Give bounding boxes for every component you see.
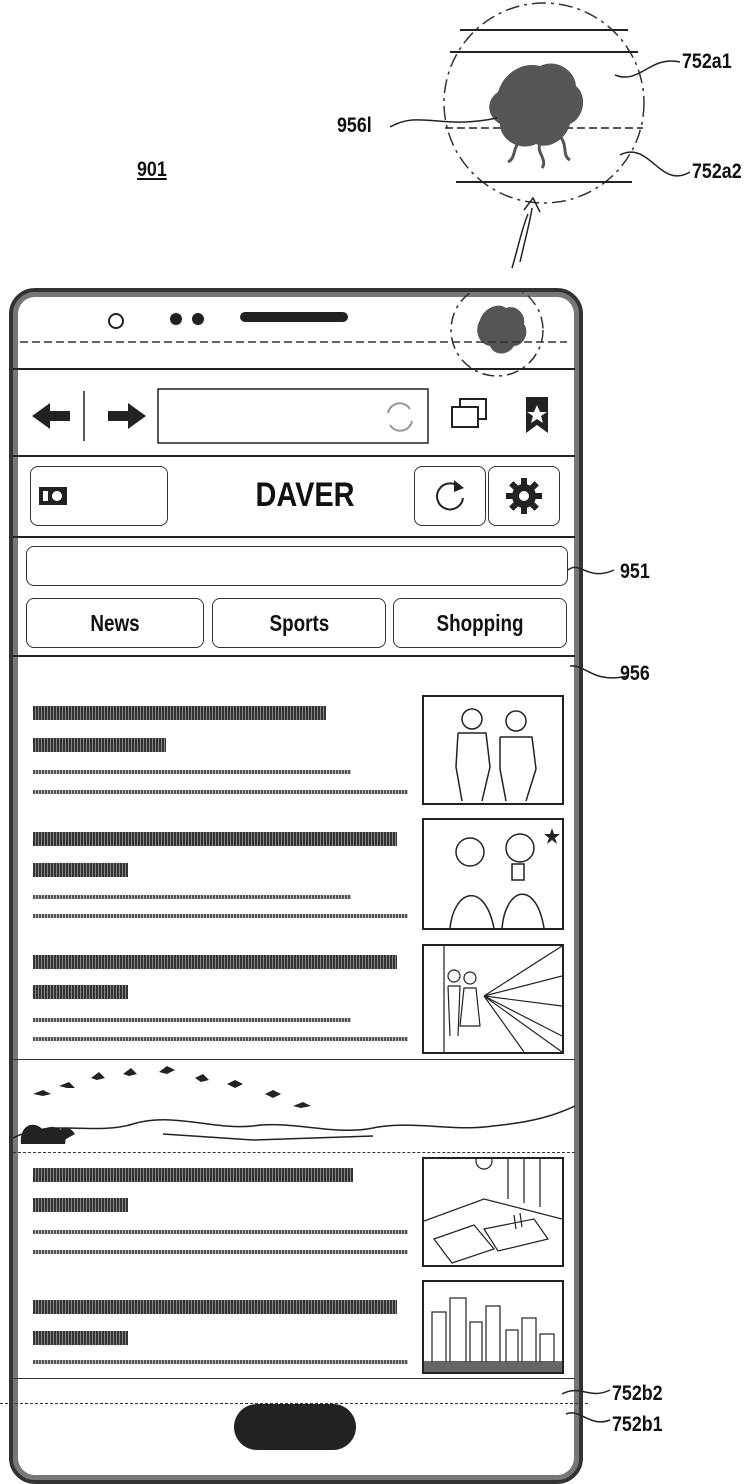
settings-button[interactable] — [488, 466, 560, 526]
top-bezel — [20, 288, 567, 377]
summary-line — [33, 1018, 351, 1022]
page-title: DAVER — [255, 476, 355, 514]
headline-bar — [33, 863, 128, 877]
bookmark-icon — [526, 397, 548, 433]
summary-line — [33, 1230, 408, 1234]
front-camera-icon — [108, 313, 124, 329]
camera-button[interactable] — [30, 466, 168, 526]
refresh-icon — [436, 480, 464, 511]
tab-news[interactable]: News — [26, 598, 204, 648]
toolbar-divider — [13, 455, 575, 457]
tab-sports[interactable]: Sports — [212, 598, 386, 648]
back-arrow-icon — [32, 403, 70, 429]
banner-image — [13, 1066, 575, 1144]
headline-bar — [33, 1198, 128, 1212]
headline-bar — [33, 1331, 128, 1345]
refresh-button[interactable] — [414, 466, 486, 526]
thumbnail-image — [422, 944, 564, 1054]
forward-arrow-icon — [108, 403, 146, 429]
sensor-dot-icon — [170, 313, 182, 325]
browser-toolbar — [32, 388, 548, 444]
label-752b2: 752b2 — [612, 1382, 663, 1405]
label-752a1: 752a1 — [682, 50, 732, 73]
leader-951 — [567, 566, 615, 575]
headline-bar — [33, 955, 397, 969]
headline-bar — [33, 706, 326, 720]
zoom-callout — [389, 2, 691, 269]
sensor-blob-small — [477, 305, 527, 354]
bottom-leaders — [561, 1389, 611, 1423]
summary-line — [33, 1037, 408, 1041]
summary-line — [33, 895, 351, 899]
headline-bar — [33, 832, 397, 846]
content-bottom-divider — [13, 1378, 575, 1379]
thumbnail-image — [422, 695, 564, 805]
gear-icon — [506, 478, 542, 514]
label-752a2: 752a2 — [692, 160, 742, 183]
tab-shopping[interactable]: Shopping — [393, 598, 567, 648]
windows-icon — [451, 398, 487, 428]
summary-line — [33, 1250, 408, 1254]
header-divider — [13, 536, 575, 538]
status-divider — [13, 368, 575, 370]
speaker-icon — [240, 312, 348, 322]
summary-line — [33, 914, 408, 918]
headline-bar — [33, 1300, 397, 1314]
thumbnail-image — [422, 1280, 564, 1374]
sensor-dot-icon — [192, 313, 204, 325]
tabs-divider — [13, 655, 575, 657]
address-bar — [157, 388, 429, 444]
label-752b1: 752b1 — [612, 1413, 663, 1436]
search-input[interactable] — [26, 546, 568, 586]
headline-bar — [33, 1168, 353, 1182]
thumbnail-image — [422, 1157, 564, 1267]
home-button[interactable] — [234, 1404, 356, 1450]
headline-bar — [33, 985, 128, 999]
banner-bottom-divider — [13, 1152, 575, 1153]
label-956l: 956l — [337, 114, 372, 137]
camera-icon — [39, 487, 67, 505]
summary-line — [33, 790, 408, 794]
summary-line — [33, 1360, 408, 1364]
summary-line — [33, 770, 351, 774]
label-951: 951 — [620, 560, 650, 583]
label-956: 956 — [620, 662, 650, 685]
headline-bar — [33, 738, 166, 752]
thumbnail-image — [422, 818, 564, 930]
